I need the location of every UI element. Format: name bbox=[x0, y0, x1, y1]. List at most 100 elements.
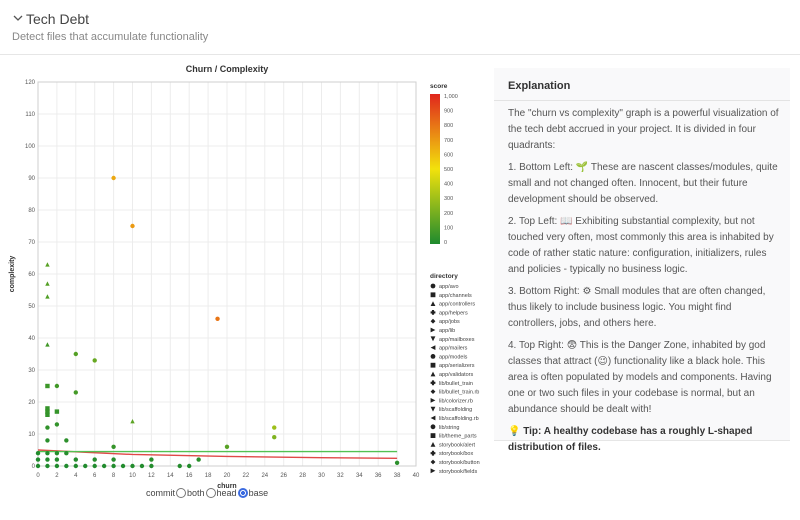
legend-entry-label: storybook/fields bbox=[439, 469, 477, 475]
legend-symbol bbox=[430, 345, 436, 350]
x-tick-label: 40 bbox=[413, 473, 420, 479]
explanation-q2: 2. Top Left: 📖 Exhibiting substantial co… bbox=[508, 216, 774, 275]
data-point bbox=[45, 451, 50, 456]
data-point bbox=[45, 412, 50, 417]
radio-base-label: base bbox=[248, 488, 269, 498]
data-point bbox=[149, 457, 154, 462]
data-point bbox=[45, 281, 50, 286]
data-point bbox=[111, 175, 116, 181]
radio-commit[interactable]: commit bbox=[146, 488, 175, 498]
color-legend-tick: 100 bbox=[444, 225, 453, 231]
explanation-tip: 💡 Tip: A healthy codebase has a roughly … bbox=[508, 426, 753, 453]
data-point bbox=[92, 463, 97, 469]
chart-svg: Churn / Complexity0 2 4 6 8 10 12 14 16 18 20 22 24 2… bbox=[9, 64, 480, 490]
y-tick-label: 50 bbox=[28, 304, 35, 310]
y-tick-label: 120 bbox=[25, 80, 36, 86]
legend-symbol bbox=[430, 459, 436, 465]
x-tick-label: 10 bbox=[129, 473, 136, 479]
legend-entry-label: app/avo bbox=[439, 284, 459, 290]
color-legend-tick: 800 bbox=[444, 123, 453, 129]
data-point bbox=[64, 438, 69, 443]
y-tick-label: 110 bbox=[25, 112, 35, 118]
legend-entry-label: app/mailboxes bbox=[439, 337, 475, 343]
radio-both[interactable]: both bbox=[187, 488, 205, 498]
explanation-title: Explanation bbox=[508, 80, 571, 92]
legend-symbol bbox=[430, 354, 436, 359]
y-tick-label: 10 bbox=[28, 432, 35, 438]
color-legend-tick: 900 bbox=[444, 109, 453, 115]
churn-complexity-chart: Churn / Complexity 0 2 4 6 8 10 12 14 16 18 20 22 24 2… bbox=[0, 56, 500, 516]
data-point bbox=[92, 457, 97, 462]
x-tick-label: 28 bbox=[299, 473, 306, 479]
explanation-q1: 1. Bottom Left: 🌱 These are nascent clas… bbox=[508, 162, 778, 205]
y-tick-label: 100 bbox=[25, 144, 36, 150]
data-point bbox=[45, 425, 50, 430]
color-legend-tick: 0 bbox=[444, 240, 447, 246]
color-legend-tick: 600 bbox=[444, 152, 453, 158]
legend-entry-label: lib/theme_parts bbox=[439, 434, 477, 440]
x-tick-label: 26 bbox=[280, 473, 287, 479]
panel-subtitle: Detect files that accumulate functionali… bbox=[12, 31, 209, 43]
y-tick-label: 90 bbox=[28, 176, 35, 182]
radio-head-label: head bbox=[216, 488, 237, 498]
data-point bbox=[54, 451, 60, 456]
radio-base-input[interactable] bbox=[237, 488, 248, 498]
x-tick-label: 24 bbox=[261, 473, 268, 479]
y-tick-label: 20 bbox=[28, 400, 35, 406]
x-tick-label: 0 bbox=[36, 473, 40, 479]
data-point bbox=[130, 419, 135, 424]
legend-entry-label: lib/scaffolding.rb bbox=[439, 416, 479, 422]
x-tick-label: 16 bbox=[186, 473, 193, 479]
legend-entry-label: lib/string bbox=[439, 425, 459, 431]
data-point bbox=[73, 390, 79, 395]
data-point bbox=[224, 444, 230, 449]
x-tick-label: 38 bbox=[394, 473, 401, 479]
legend-entry-label: app/helpers bbox=[439, 310, 468, 316]
legend-entry-label: app/channels bbox=[439, 293, 472, 299]
legend-symbol bbox=[430, 301, 436, 306]
radio-group: commit both head base bbox=[146, 486, 268, 500]
data-point bbox=[196, 457, 201, 462]
y-tick-label: 30 bbox=[28, 368, 35, 374]
data-point bbox=[73, 463, 79, 469]
data-point bbox=[45, 463, 50, 469]
legend-symbol bbox=[430, 389, 436, 394]
data-point bbox=[54, 383, 60, 389]
radio-base[interactable]: base bbox=[249, 488, 269, 498]
explanation-intro: The "churn vs complexity" graph is a pow… bbox=[508, 108, 779, 151]
legend-symbol bbox=[430, 327, 436, 333]
data-point bbox=[45, 438, 50, 443]
data-point bbox=[177, 463, 182, 469]
legend-symbol bbox=[430, 406, 436, 412]
explanation-body: The "churn vs complexity" graph is a pow… bbox=[508, 106, 780, 462]
color-legend-tick: 200 bbox=[444, 211, 453, 217]
x-tick-label: 32 bbox=[337, 473, 344, 479]
radio-head[interactable]: head bbox=[217, 488, 237, 498]
x-tick-label: 6 bbox=[93, 473, 97, 479]
data-point bbox=[45, 262, 50, 267]
x-tick-label: 8 bbox=[112, 473, 116, 479]
legend-symbol bbox=[430, 468, 436, 474]
data-point bbox=[35, 451, 41, 456]
explanation-q4: 4. Top Right: 😨 This is the Danger Zone,… bbox=[508, 340, 772, 415]
y-tick-label: 40 bbox=[28, 336, 35, 342]
x-tick-label: 30 bbox=[318, 473, 325, 479]
chevron-down-icon[interactable] bbox=[12, 12, 24, 24]
legend-entry-label: lib/bullet_train.rb bbox=[439, 390, 479, 396]
radio-both-label: both bbox=[187, 488, 205, 498]
x-tick-label: 4 bbox=[74, 473, 78, 479]
tech-debt-panel-header[interactable]: Tech Debt Detect files that accumulate f… bbox=[0, 0, 800, 55]
legend-symbol bbox=[430, 442, 436, 447]
radio-commit-input[interactable] bbox=[176, 488, 186, 498]
data-point bbox=[54, 463, 60, 469]
legend-symbol bbox=[430, 371, 436, 377]
data-point bbox=[394, 460, 400, 465]
legend-symbol bbox=[430, 433, 436, 438]
radio-both-input[interactable] bbox=[205, 488, 216, 498]
legend-entry-label: app/jobs bbox=[439, 319, 460, 325]
data-point bbox=[35, 457, 41, 462]
x-tick-label: 14 bbox=[167, 473, 174, 479]
legend-entry-label: app/serializers bbox=[439, 363, 475, 369]
legend-entry-label: storybook/alert bbox=[439, 442, 476, 448]
y-tick-label: 80 bbox=[28, 208, 35, 214]
